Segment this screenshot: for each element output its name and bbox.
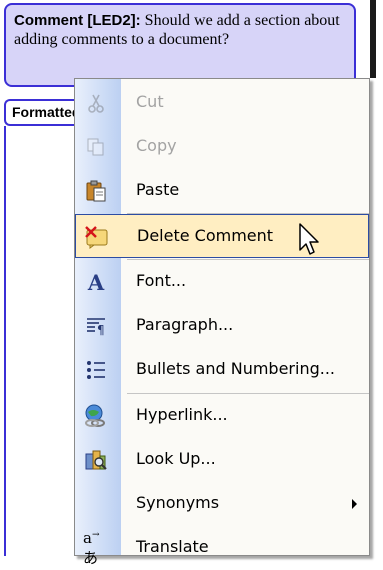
copy-icon <box>83 135 109 159</box>
menu-item-translate[interactable]: a→あ Translate <box>75 526 369 570</box>
menu-label-synonyms: Synonyms <box>136 493 220 512</box>
hyperlink-icon <box>83 404 109 428</box>
translate-icon: a→あ <box>83 528 100 567</box>
context-menu: Cut Copy Paste Delete Comment A Font... … <box>74 78 370 567</box>
menu-item-hyperlink[interactable]: Hyperlink... <box>75 394 369 438</box>
menu-item-delete-comment[interactable]: Delete Comment <box>75 214 369 258</box>
paragraph-icon: ¶ <box>83 314 109 338</box>
menu-item-cut[interactable]: Cut <box>75 81 369 125</box>
menu-item-bullets-numbering[interactable]: Bullets and Numbering... <box>75 348 369 392</box>
comment-author: Comment [LED2]: <box>14 12 141 29</box>
balloon-connector-line <box>4 126 6 556</box>
menu-label-font: Font... <box>136 271 187 290</box>
menu-item-look-up[interactable]: Look Up... <box>75 438 369 482</box>
menu-item-font[interactable]: A Font... <box>75 260 369 304</box>
menu-label-hyperlink: Hyperlink... <box>136 405 228 424</box>
menu-label-delete-comment: Delete Comment <box>137 226 274 245</box>
menu-label-look-up: Look Up... <box>136 449 216 468</box>
menu-label-cut: Cut <box>136 92 164 111</box>
menu-label-paste: Paste <box>136 180 180 199</box>
submenu-arrow-icon <box>352 499 357 509</box>
menu-item-paragraph[interactable]: ¶ Paragraph... <box>75 304 369 348</box>
svg-text:¶: ¶ <box>97 323 105 337</box>
menu-label-bullets-numbering: Bullets and Numbering... <box>136 359 336 378</box>
font-icon: A <box>87 269 105 295</box>
menu-item-synonyms[interactable]: Synonyms <box>75 482 369 526</box>
formatted-label: Formatted <box>12 104 81 120</box>
menu-item-paste[interactable]: Paste <box>75 169 369 213</box>
paste-icon <box>83 179 109 203</box>
delete-comment-icon <box>84 225 110 249</box>
menu-label-copy: Copy <box>136 136 177 155</box>
menu-label-paragraph: Paragraph... <box>136 315 234 334</box>
mouse-pointer-icon <box>299 223 319 255</box>
menu-item-copy[interactable]: Copy <box>75 125 369 169</box>
comment-balloon[interactable]: Comment [LED2]: Should we add a section … <box>4 3 356 87</box>
menu-label-translate: Translate <box>136 537 209 556</box>
research-icon <box>83 448 109 472</box>
scissors-icon <box>83 91 109 115</box>
bullets-icon <box>83 358 109 382</box>
